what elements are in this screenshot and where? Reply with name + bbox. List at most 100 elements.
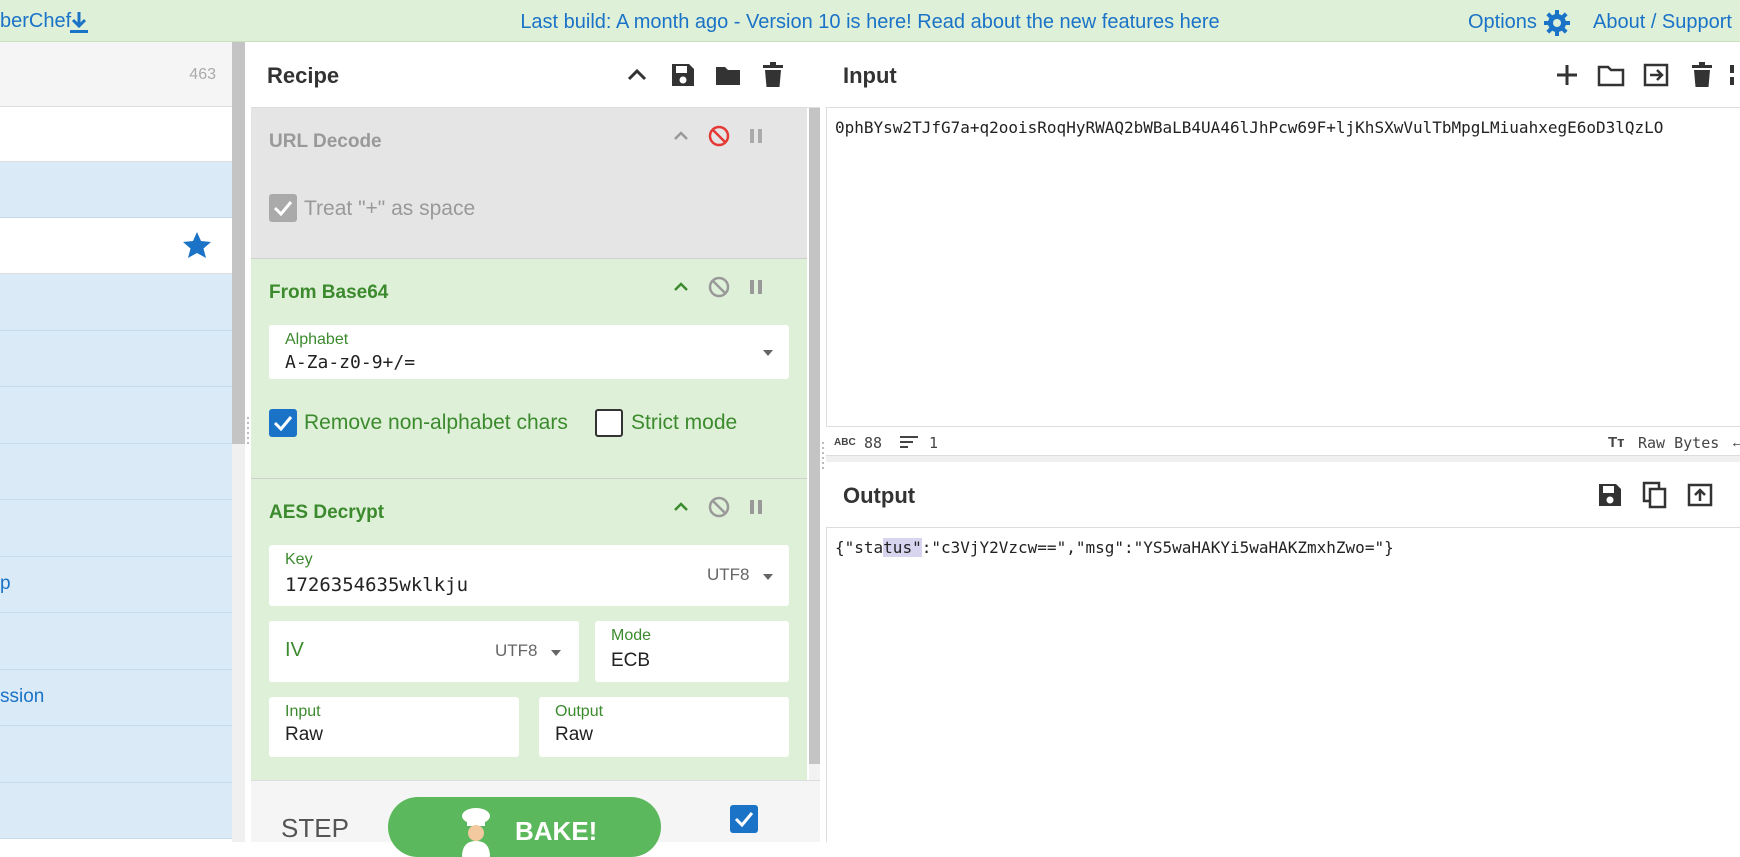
mode-label: Mode <box>611 627 652 644</box>
operations-scroll-thumb[interactable] <box>232 42 245 444</box>
key-input[interactable]: 1726354635wklkju <box>285 574 468 596</box>
disable-icon[interactable] <box>707 275 731 299</box>
operation-item[interactable]: p <box>0 556 232 613</box>
about-support-link[interactable]: About / Support <box>1593 11 1732 34</box>
operations-list: p ssion <box>0 274 232 839</box>
disable-icon[interactable] <box>707 124 731 148</box>
operation-item[interactable] <box>0 330 232 387</box>
remove-non-alphabet-checkbox[interactable] <box>269 409 297 437</box>
pause-icon[interactable] <box>744 124 768 148</box>
caret-down-icon <box>551 650 561 656</box>
plus-icon[interactable] <box>1553 61 1581 89</box>
top-banner: berChef Last build: A month ago - Versio… <box>0 0 1740 42</box>
input-format-value: Raw <box>285 724 324 745</box>
output-text-start: {"sta <box>835 538 884 557</box>
app-brand[interactable]: berChef <box>0 10 71 33</box>
chevron-up-icon[interactable] <box>623 61 651 89</box>
operations-scrollbar[interactable] <box>232 42 245 842</box>
chef-icon <box>462 808 490 857</box>
auto-bake-checkbox[interactable] <box>730 805 758 833</box>
output-header: Output <box>826 462 1740 528</box>
alphabet-dropdown[interactable]: Alphabet A-Za-z0-9+/= <box>269 325 789 379</box>
recipe-panel: Recipe URL Decode Treat "+" as space Fro… <box>251 42 821 842</box>
output-format-value: Raw <box>555 724 594 745</box>
input-line-count: 1 <box>929 434 939 452</box>
operation-title: From Base64 <box>269 282 389 303</box>
operations-search-input[interactable] <box>0 107 232 162</box>
input-format-dropdown[interactable]: Input Raw <box>269 697 519 757</box>
new-features-link[interactable]: here <box>1180 11 1220 33</box>
import-icon[interactable] <box>1642 61 1670 89</box>
operation-item[interactable] <box>0 443 232 500</box>
operation-item[interactable] <box>0 613 232 670</box>
layout-icon[interactable] <box>1730 61 1740 89</box>
input-format-label: Input <box>285 703 321 720</box>
download-icon[interactable] <box>68 10 90 34</box>
bake-label: BAKE! <box>515 816 598 846</box>
operation-item[interactable] <box>0 726 232 783</box>
open-folder-icon[interactable] <box>1597 61 1625 89</box>
operation-item[interactable] <box>0 500 232 557</box>
key-field[interactable]: Key 1726354635wklkju UTF8 <box>269 545 789 606</box>
input-header: Input <box>826 42 1740 108</box>
star-icon[interactable] <box>182 230 212 260</box>
operation-aes-decrypt[interactable]: AES Decrypt Key 1726354635wklkju UTF8 IV… <box>251 479 807 824</box>
save-icon[interactable] <box>669 61 697 89</box>
operation-title: URL Decode <box>269 131 382 152</box>
operations-category-row[interactable] <box>0 162 232 218</box>
pause-icon[interactable] <box>744 275 768 299</box>
chevron-up-icon[interactable] <box>669 495 693 519</box>
mode-dropdown[interactable]: Mode ECB <box>595 621 789 682</box>
iv-label: IV <box>285 639 304 661</box>
gear-icon[interactable] <box>1543 9 1571 37</box>
operation-item[interactable]: ssion <box>0 669 232 726</box>
alphabet-value: A-Za-z0-9+/= <box>285 352 416 373</box>
treat-plus-checkbox[interactable] <box>269 194 297 222</box>
folder-icon[interactable] <box>714 61 742 89</box>
pause-icon[interactable] <box>744 495 768 519</box>
output-format-dropdown[interactable]: Output Raw <box>539 697 789 757</box>
operation-item[interactable] <box>0 387 232 444</box>
operation-item[interactable] <box>0 782 232 839</box>
operations-header: 463 <box>0 42 232 107</box>
operation-from-base64[interactable]: From Base64 Alphabet A-Za-z0-9+/= Remove… <box>251 259 807 479</box>
output-text-rest: :"c3VjY2Vzcw==","msg":"YS5waHAKYi5waHAKZ… <box>921 538 1394 557</box>
chevron-up-icon[interactable] <box>669 124 693 148</box>
operation-url-decode[interactable]: URL Decode Treat "+" as space <box>251 108 807 259</box>
bake-button[interactable]: BAKE! <box>388 797 661 857</box>
operation-item[interactable] <box>0 274 232 331</box>
save-icon[interactable] <box>1596 481 1624 509</box>
chevron-up-icon[interactable] <box>669 275 693 299</box>
lines-icon <box>900 436 918 448</box>
input-textarea[interactable]: 0phBYsw2TJfG7a+q2ooisRoqHyRWAQ2bWBaLB4UA… <box>835 118 1663 137</box>
replace-input-icon[interactable] <box>1686 481 1714 509</box>
disable-icon[interactable] <box>707 495 731 519</box>
build-notice-text: Last build: A month ago - Version 10 is … <box>520 11 1180 33</box>
favourites-category[interactable] <box>0 218 232 274</box>
recipe-title: Recipe <box>267 63 340 88</box>
recipe-header: Recipe <box>251 42 821 108</box>
output-textarea[interactable]: {"status":"c3VjY2Vzcw==","msg":"YS5waHAK… <box>835 538 1394 557</box>
bake-controls: STEP BAKE! <box>251 780 821 857</box>
caret-down-icon <box>763 574 773 580</box>
strict-mode-label: Strict mode <box>631 411 738 434</box>
step-button[interactable]: STEP <box>281 813 349 844</box>
input-status-bar: ABC 88 1 Tт Raw Bytes ← <box>826 426 1740 456</box>
copy-icon[interactable] <box>1641 481 1669 509</box>
trash-icon[interactable] <box>1688 61 1716 89</box>
input-title: Input <box>843 63 897 88</box>
input-encoding[interactable]: Raw Bytes <box>1638 434 1719 452</box>
key-encoding-dropdown[interactable]: UTF8 <box>707 565 750 585</box>
text-size-icon: Tт <box>1608 434 1625 451</box>
alphabet-label: Alphabet <box>285 331 349 348</box>
iv-field[interactable]: IV UTF8 <box>269 621 579 682</box>
eol-arrow-icon[interactable]: ← <box>1730 434 1740 451</box>
operations-panel: 463 p ssion <box>0 42 245 842</box>
options-link[interactable]: Options <box>1468 11 1537 34</box>
caret-down-icon <box>763 350 773 356</box>
trash-icon[interactable] <box>759 61 787 89</box>
strict-mode-checkbox[interactable] <box>595 409 623 437</box>
iv-encoding-dropdown[interactable]: UTF8 <box>495 641 538 661</box>
operations-count: 463 <box>189 66 216 83</box>
treat-plus-label: Treat "+" as space <box>304 197 476 220</box>
